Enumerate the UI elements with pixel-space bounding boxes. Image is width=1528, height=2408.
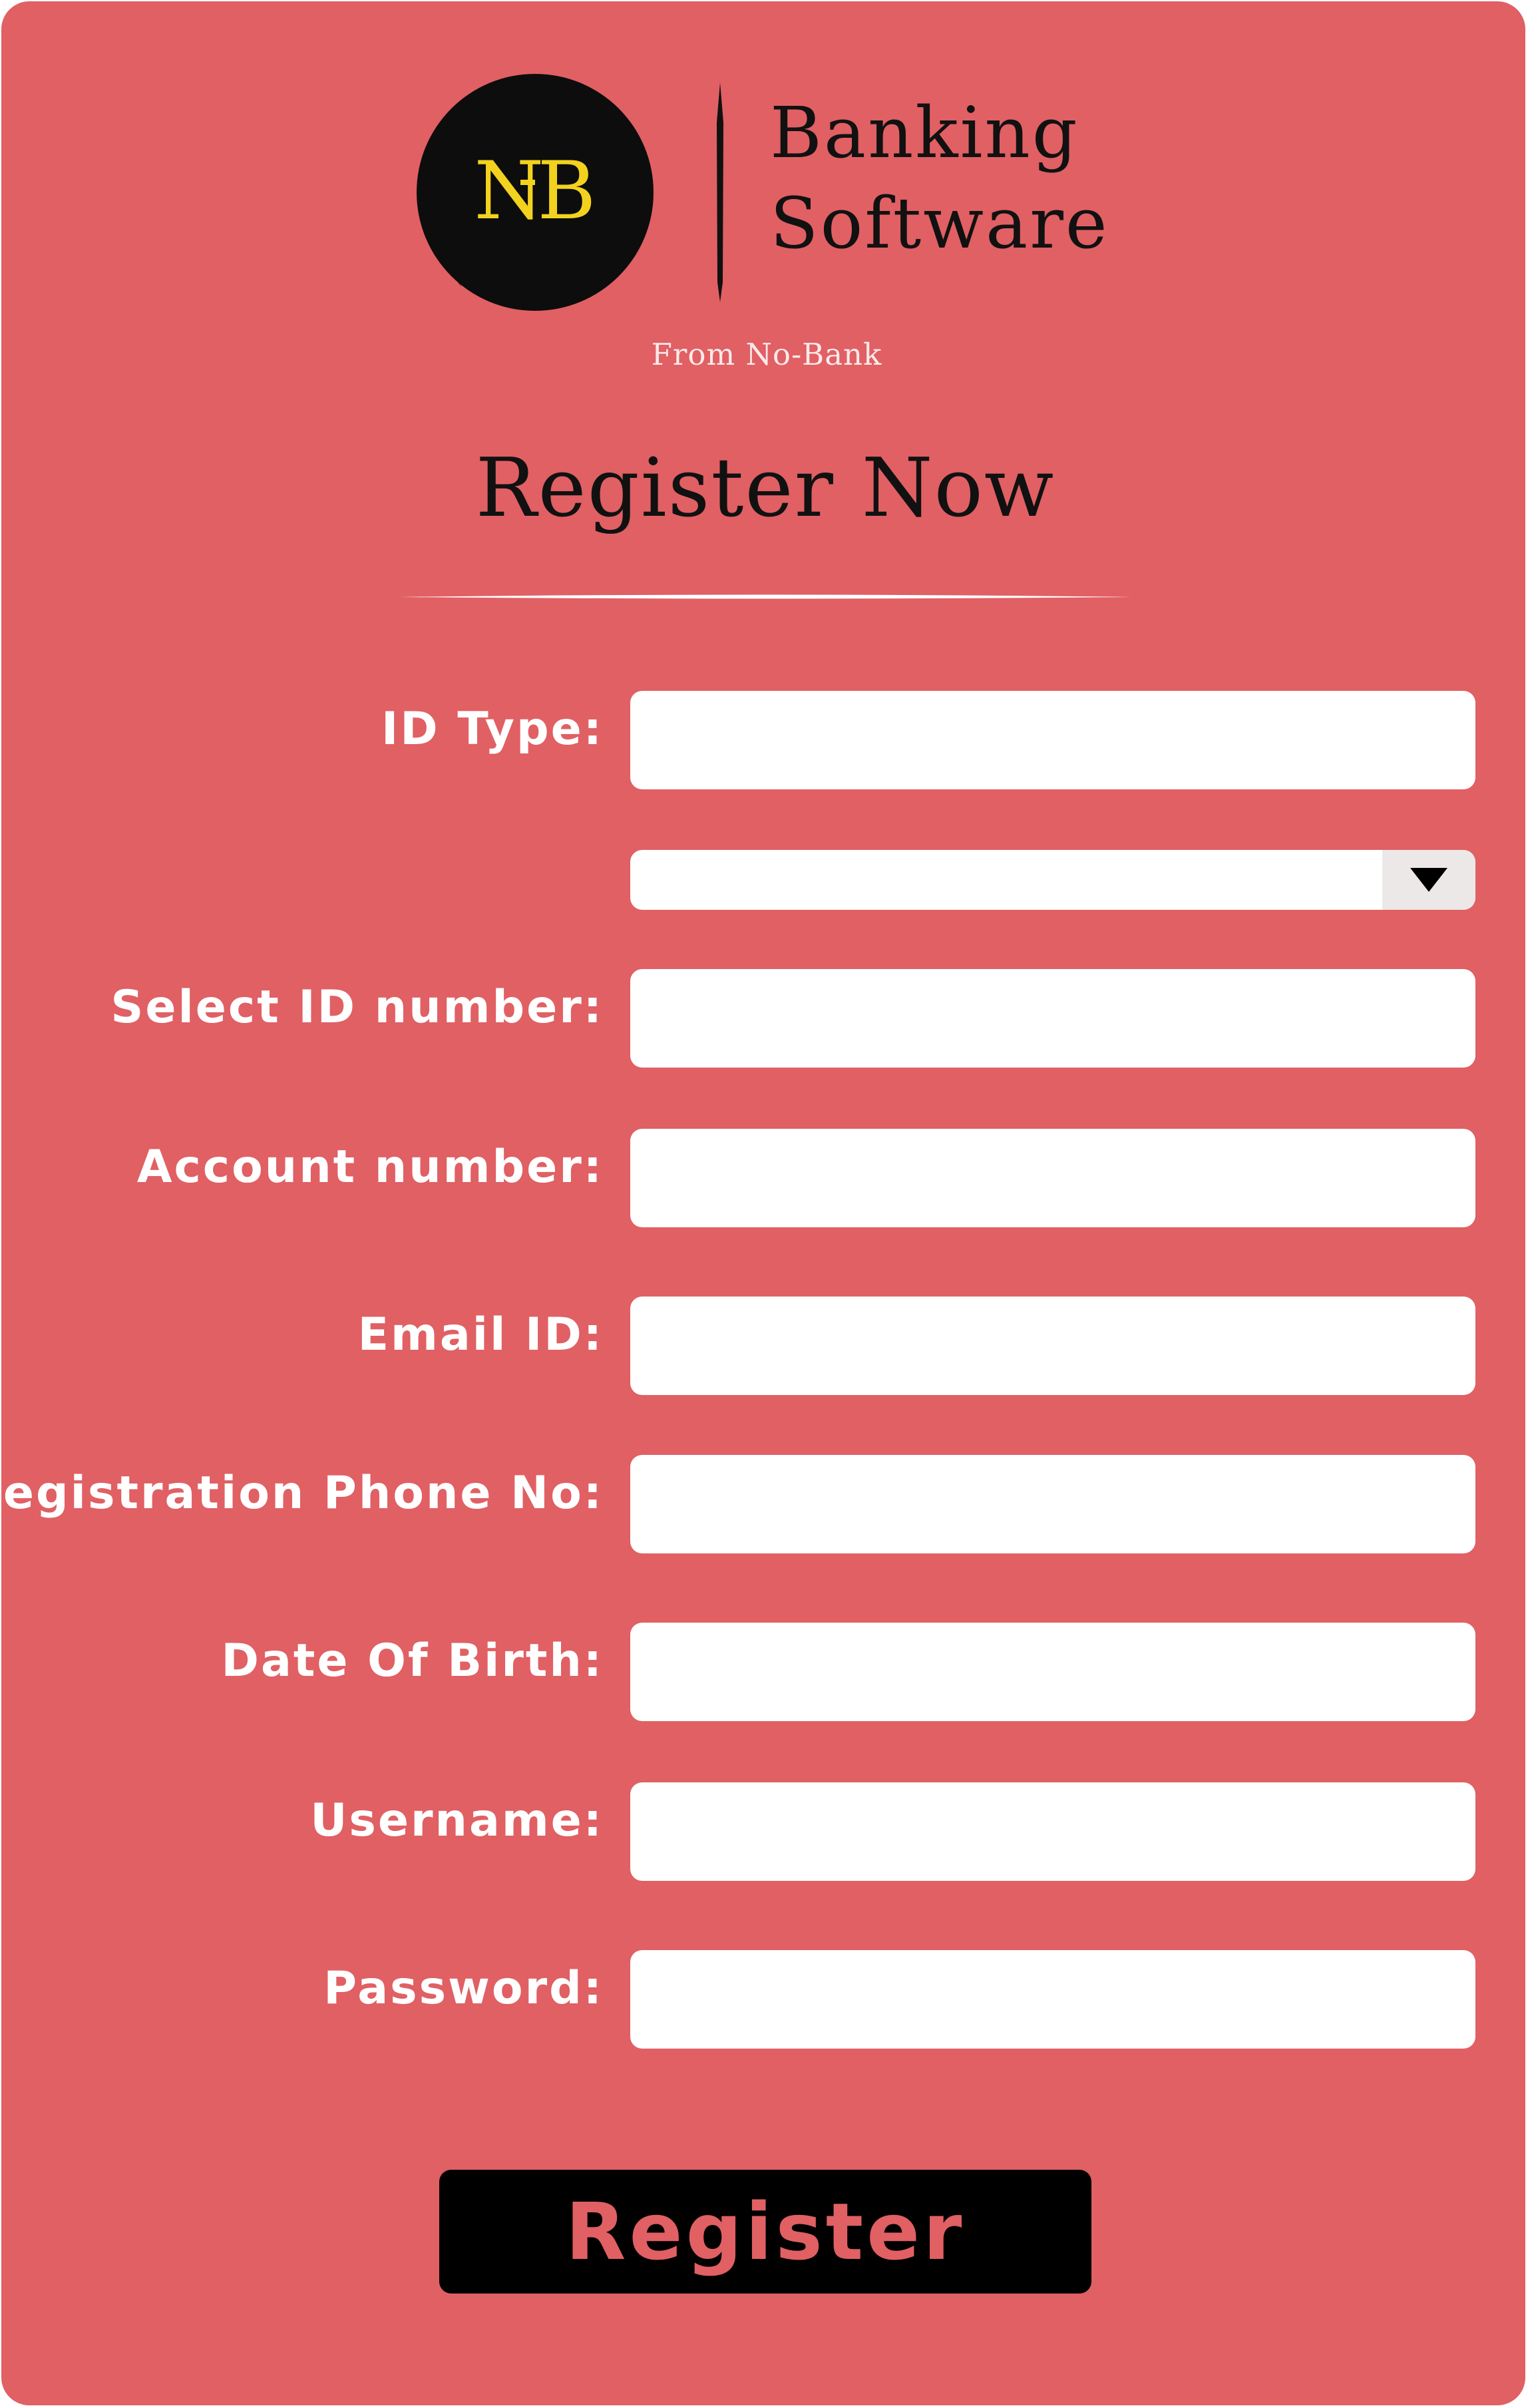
title-divider [399,594,1131,599]
select-id-number-label: Select ID number: [110,981,604,1034]
id-type-field[interactable] [630,691,1475,789]
password-field[interactable] [630,1950,1475,2049]
brand-divider [717,83,723,302]
triangle-down-icon [1410,868,1447,892]
date-of-birth-field[interactable] [630,1623,1475,1721]
registration-phone-field[interactable] [630,1455,1475,1553]
register-button[interactable]: Register [439,2170,1091,2294]
registration-card: NB Banking Software From No-Bank Registe… [0,1,1525,2405]
email-id-field[interactable] [630,1297,1475,1395]
dropdown-toggle[interactable] [1382,850,1475,910]
id-type-label: ID Type: [381,703,604,755]
nb-logo: NB [417,74,654,311]
brand-tagline: From No-Bank [651,337,882,372]
brand-name-line1: Banking [770,92,1079,174]
account-number-label: Account number: [136,1141,604,1193]
email-id-label: Email ID: [357,1308,604,1361]
registration-phone-label: Registration Phone No: [0,1467,604,1519]
account-number-field[interactable] [630,1129,1475,1227]
id-type-select[interactable] [630,850,1475,910]
date-of-birth-label: Date Of Birth: [221,1635,604,1687]
page-title: Register Now [475,441,1055,535]
svg-text:NB: NB [474,145,591,238]
select-id-number-field[interactable] [630,969,1475,1068]
brand-name: Banking Software [770,88,1169,269]
username-label: Username: [310,1794,604,1847]
password-label: Password: [323,1962,604,2015]
brand-name-line2: Software [770,182,1109,264]
username-field[interactable] [630,1782,1475,1881]
